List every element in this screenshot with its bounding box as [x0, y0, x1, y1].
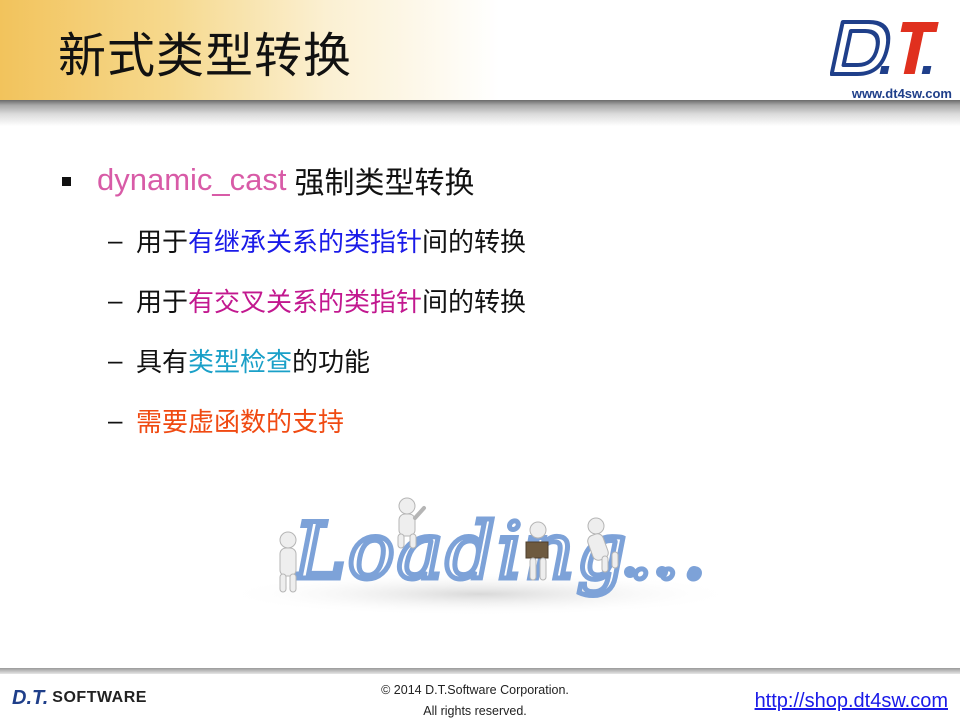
dot-icon — [656, 566, 668, 578]
sub-item-suffix: 间的转换 — [422, 227, 527, 258]
copyright-line-2: All rights reserved. — [423, 704, 527, 718]
copyright-notice: © 2014 D.T.Software Corporation. All rig… — [340, 680, 610, 720]
footer-logo-software: SOFTWARE — [52, 689, 147, 706]
square-bullet-icon — [62, 176, 71, 186]
dash-marker: – — [108, 224, 123, 255]
footer-logo-main: D.T. — [12, 686, 49, 709]
dash-marker: – — [108, 344, 123, 375]
dash-marker: – — [108, 404, 123, 435]
sub-item-highlight: 有交叉关系的类指针 — [188, 287, 423, 318]
dash-marker: – — [108, 284, 123, 315]
keyword-dynamic-cast: dynamic_cast — [97, 162, 287, 197]
sub-item-prefix: 用于 — [136, 287, 189, 318]
main-bullet-text: 强制类型转换 — [294, 166, 475, 201]
shop-link[interactable]: http://shop.dt4sw.com — [736, 690, 948, 713]
sub-item-3: – 具有 类型检查 的功能 — [108, 340, 370, 380]
sub-item-highlight: 需要虚函数的支持 — [136, 407, 345, 438]
dot-icon — [688, 566, 700, 578]
copyright-line-1: © 2014 D.T.Software Corporation. — [381, 683, 569, 697]
sub-item-prefix: 用于 — [136, 227, 189, 258]
sub-item-1: – 用于 有继承关系的类指针 间的转换 — [108, 220, 526, 260]
sub-item-highlight: 有继承关系的类指针 — [188, 227, 423, 258]
sub-item-suffix: 间的转换 — [422, 287, 527, 318]
sub-item-suffix: 的功能 — [292, 347, 371, 378]
sub-item-highlight: 类型检查 — [188, 347, 293, 378]
dot-icon — [624, 566, 636, 578]
footer-logo: D.T. SOFTWARE — [12, 686, 147, 710]
main-bullet: dynamic_cast 强制类型转换 — [62, 160, 475, 201]
sub-item-2: – 用于 有交叉关系的类指针 间的转换 — [108, 280, 526, 320]
sub-item-prefix: 具有 — [136, 347, 189, 378]
loading-text: Loading... — [292, 507, 709, 597]
loading-illustration: Loading... — [220, 497, 740, 616]
sub-item-4: – 需要虚函数的支持 — [108, 400, 344, 440]
footer-divider — [0, 668, 960, 674]
